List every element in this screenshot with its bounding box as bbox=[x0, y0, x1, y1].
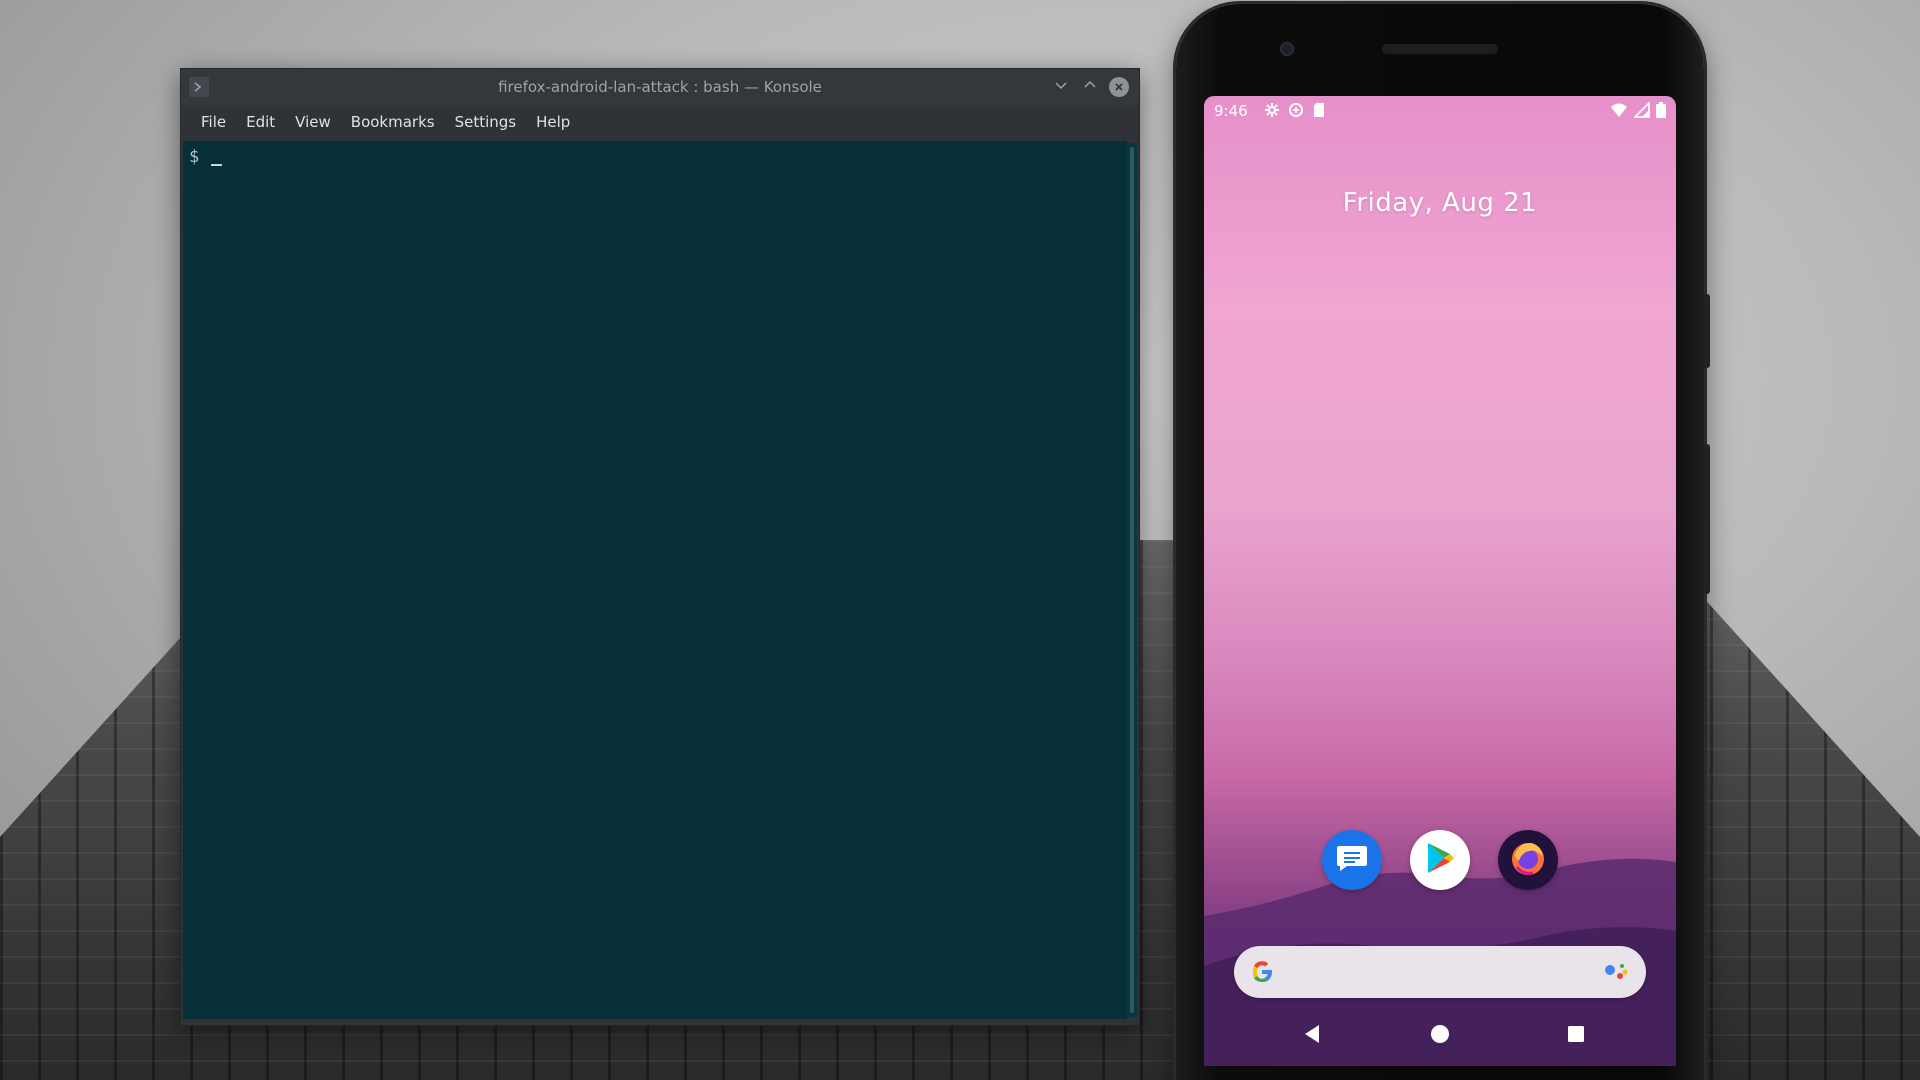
konsole-window[interactable]: firefox-android-lan-attack : bash — Kons… bbox=[180, 68, 1140, 1026]
menu-view[interactable]: View bbox=[285, 109, 341, 135]
terminal-area[interactable]: $ bbox=[183, 141, 1127, 1019]
status-bar: 9:46 bbox=[1204, 96, 1676, 126]
settings-icon bbox=[1264, 102, 1280, 122]
data-saver-icon bbox=[1288, 102, 1304, 122]
close-icon bbox=[1109, 77, 1129, 97]
messages-icon bbox=[1335, 843, 1369, 877]
recents-icon bbox=[1567, 1025, 1585, 1047]
menu-bar: File Edit View Bookmarks Settings Help bbox=[181, 105, 1139, 139]
sd-card-icon bbox=[1312, 102, 1326, 122]
scrollbar-thumb[interactable] bbox=[1130, 147, 1134, 1013]
shell-prompt: $ bbox=[189, 147, 223, 167]
menu-edit[interactable]: Edit bbox=[236, 109, 285, 135]
signal-icon bbox=[1633, 101, 1650, 122]
android-phone: 9:46 Friday, Aug 21 bbox=[1176, 4, 1710, 1080]
volume-button[interactable] bbox=[1704, 444, 1710, 594]
minimize-button[interactable] bbox=[1049, 75, 1073, 99]
text-cursor bbox=[211, 164, 223, 166]
back-icon bbox=[1303, 1024, 1321, 1048]
back-button[interactable] bbox=[1298, 1022, 1326, 1050]
close-button[interactable] bbox=[1107, 75, 1131, 99]
window-title: firefox-android-lan-attack : bash — Kons… bbox=[498, 78, 822, 96]
assistant-icon[interactable] bbox=[1604, 962, 1630, 988]
home-screen[interactable]: 9:46 Friday, Aug 21 bbox=[1204, 96, 1676, 1066]
prompt-symbol: $ bbox=[189, 147, 200, 167]
home-button[interactable] bbox=[1426, 1022, 1454, 1050]
navigation-bar bbox=[1204, 1008, 1676, 1064]
menu-file[interactable]: File bbox=[191, 109, 236, 135]
play-store-app[interactable] bbox=[1410, 830, 1470, 890]
desktop-scene: firefox-android-lan-attack : bash — Kons… bbox=[0, 0, 1920, 1080]
window-titlebar[interactable]: firefox-android-lan-attack : bash — Kons… bbox=[181, 69, 1139, 105]
chevron-up-icon bbox=[1082, 77, 1098, 97]
recents-button[interactable] bbox=[1562, 1022, 1590, 1050]
firefox-icon bbox=[1507, 837, 1549, 883]
google-search-bar[interactable] bbox=[1234, 946, 1646, 998]
menu-help[interactable]: Help bbox=[526, 109, 580, 135]
chevron-down-icon bbox=[1053, 77, 1069, 97]
status-time: 9:46 bbox=[1214, 102, 1248, 120]
google-icon bbox=[1248, 958, 1276, 990]
wifi-icon bbox=[1610, 102, 1628, 122]
battery-icon bbox=[1656, 102, 1666, 122]
date-widget[interactable]: Friday, Aug 21 bbox=[1204, 188, 1676, 218]
power-button[interactable] bbox=[1704, 294, 1710, 368]
earpiece-speaker bbox=[1382, 44, 1498, 54]
play-store-icon bbox=[1424, 841, 1456, 879]
menu-bookmarks[interactable]: Bookmarks bbox=[341, 109, 445, 135]
maximize-button[interactable] bbox=[1078, 75, 1102, 99]
terminal-scrollbar[interactable] bbox=[1127, 143, 1137, 1017]
menu-settings[interactable]: Settings bbox=[445, 109, 527, 135]
app-dock bbox=[1204, 830, 1676, 890]
messages-app[interactable] bbox=[1322, 830, 1382, 890]
terminal-app-icon[interactable] bbox=[189, 77, 209, 97]
front-camera bbox=[1280, 42, 1294, 56]
firefox-app[interactable] bbox=[1498, 830, 1558, 890]
home-icon bbox=[1430, 1024, 1450, 1048]
